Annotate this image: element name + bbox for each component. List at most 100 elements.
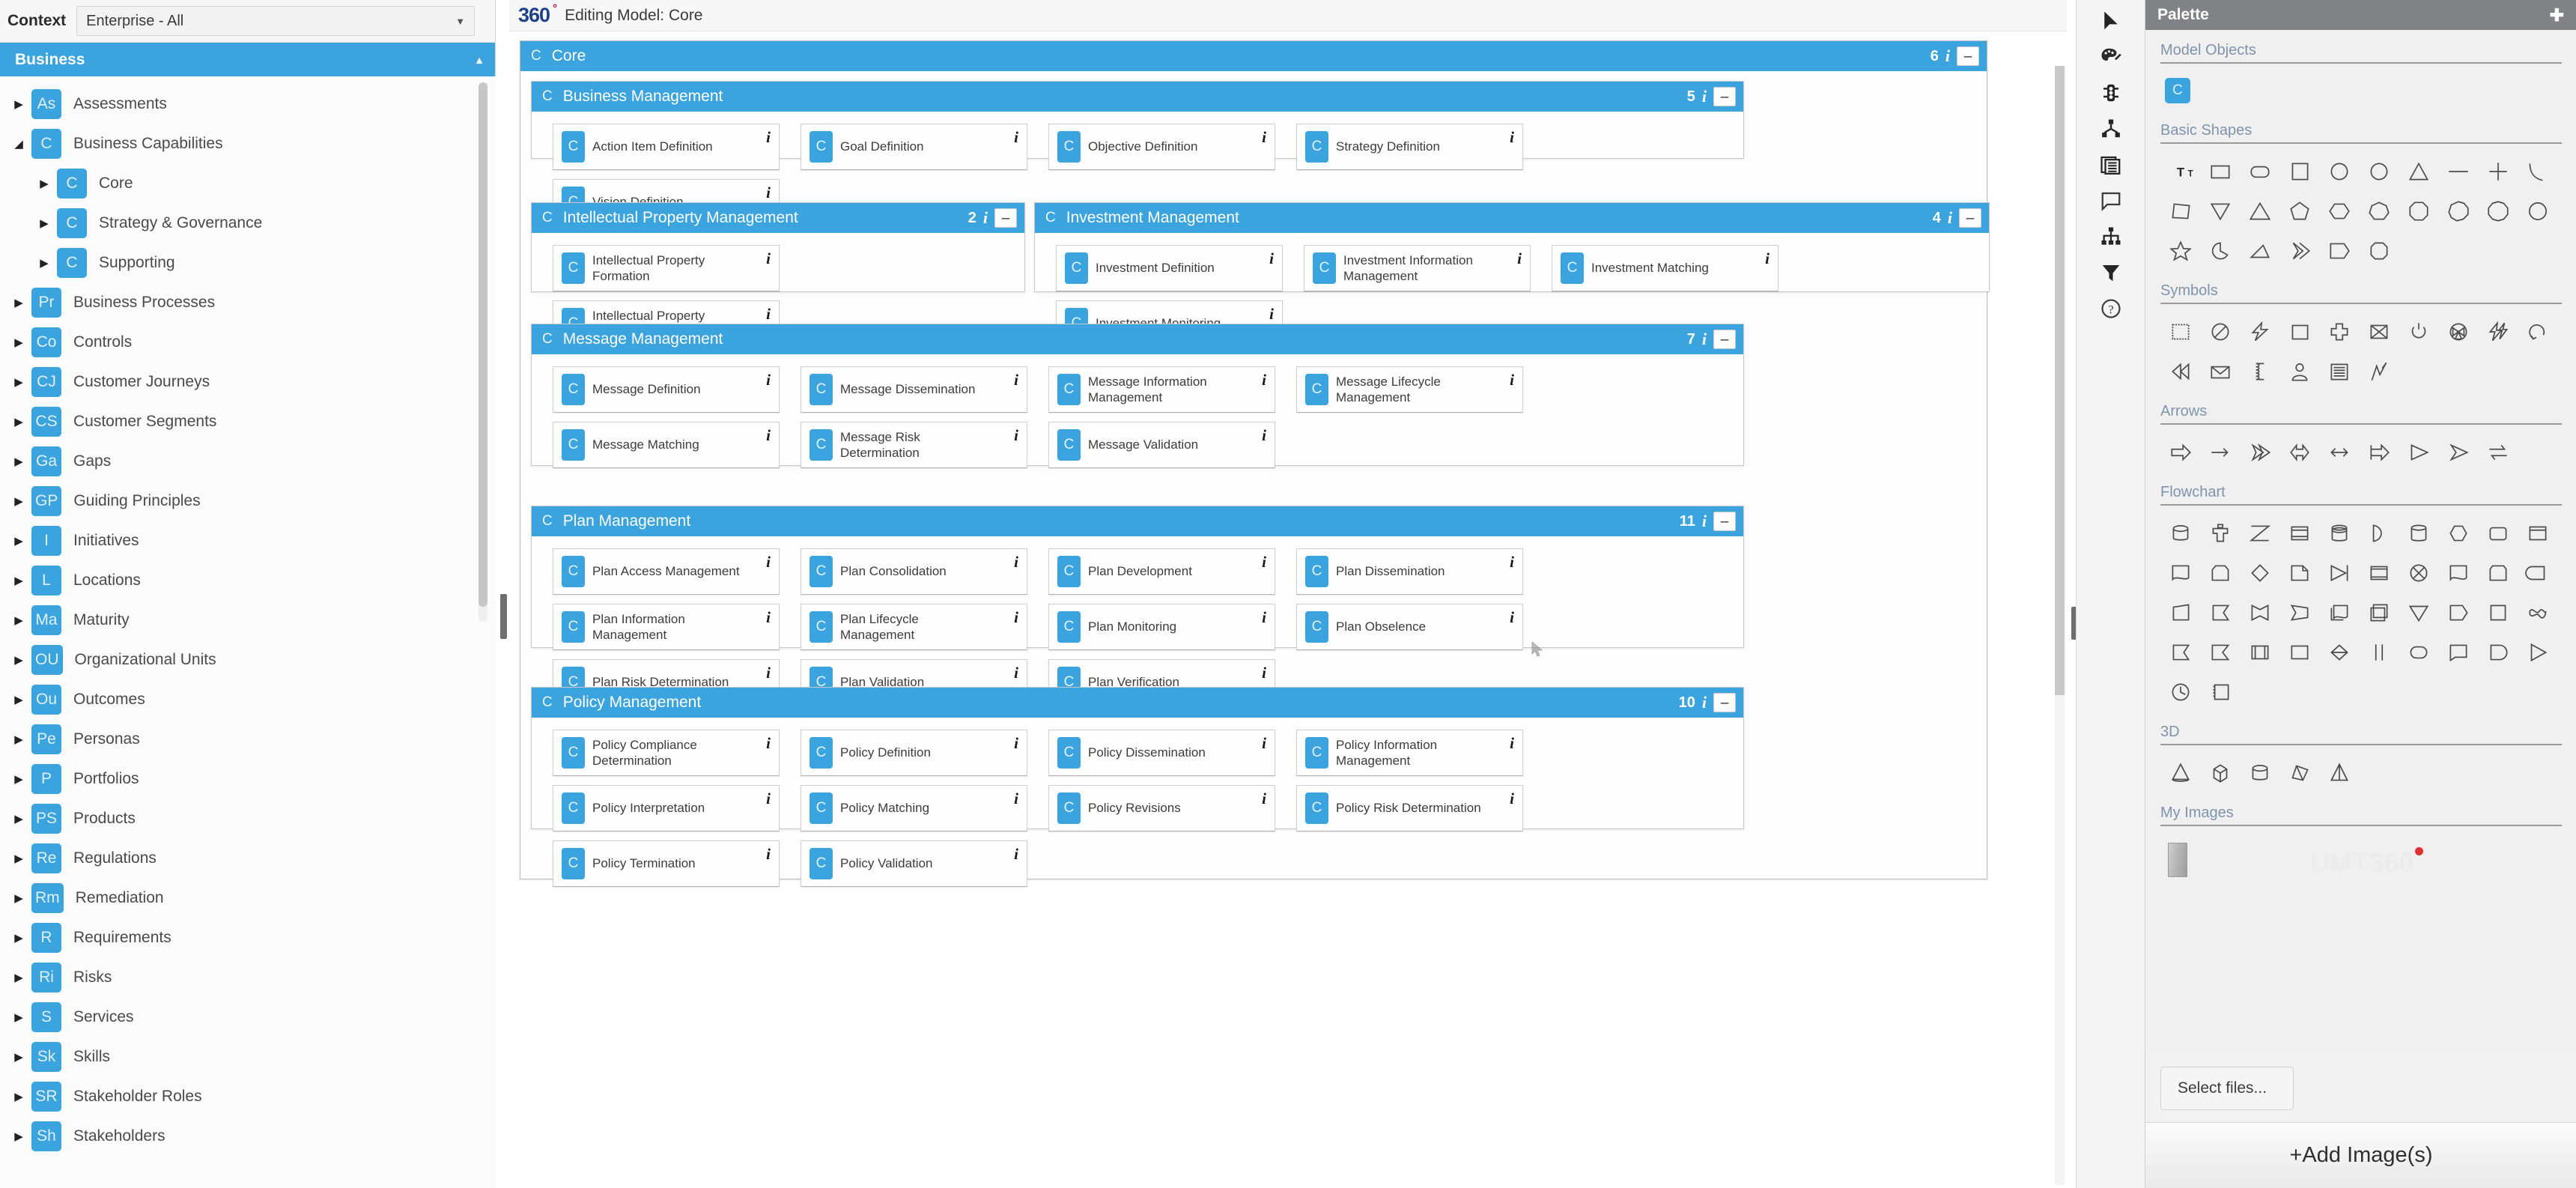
chevron-right-icon[interactable]: ▶ xyxy=(6,693,31,706)
info-icon[interactable]: i xyxy=(1269,249,1274,268)
sidebar-section-header-business[interactable]: Business ▲ xyxy=(0,42,495,76)
document-corner-icon[interactable] xyxy=(2279,553,2319,593)
text-tool-icon[interactable]: TT xyxy=(2160,151,2200,191)
chevron-right-icon[interactable]: ▶ xyxy=(6,375,31,389)
node-card[interactable]: C Message Risk Determination i xyxy=(801,422,1027,468)
document-wave-icon[interactable] xyxy=(2160,553,2200,593)
rounded-rect-icon[interactable] xyxy=(2240,151,2279,191)
multi-process-icon[interactable] xyxy=(2359,593,2399,632)
crossed-box-icon[interactable] xyxy=(2359,312,2399,351)
sidebar-item-skills[interactable]: ▶ Sk Skills xyxy=(0,1037,496,1076)
cross-icon[interactable] xyxy=(2478,151,2518,191)
help-circle-icon[interactable]: ? xyxy=(2077,291,2145,327)
blank-icon[interactable] xyxy=(2399,231,2438,270)
group-plan-management[interactable]: C Plan Management 11 i – C Plan Access Managem… xyxy=(531,506,1744,706)
info-icon[interactable]: i xyxy=(766,553,771,572)
chevron-right-icon[interactable]: ▶ xyxy=(6,574,31,587)
octagon2-icon[interactable] xyxy=(2359,231,2399,270)
terminator-icon[interactable] xyxy=(2399,632,2438,672)
filled-square-icon[interactable] xyxy=(2279,312,2319,351)
line-icon[interactable] xyxy=(2438,151,2478,191)
traffic-light-icon[interactable] xyxy=(2077,75,2145,111)
decagon-icon[interactable] xyxy=(2478,191,2518,231)
info-icon[interactable]: i xyxy=(1014,553,1018,572)
root-group-core[interactable]: C Core 6 i – C Business Management 5 i – C Act… xyxy=(520,40,1990,887)
chevron-right-icon[interactable]: ▶ xyxy=(6,772,31,786)
chevron-right-icon[interactable]: ▶ xyxy=(6,891,31,905)
skew-quad-icon[interactable] xyxy=(2279,753,2319,792)
node-card[interactable]: C Policy Validation i xyxy=(801,840,1027,887)
arrow-concave-right-icon[interactable] xyxy=(2438,432,2478,472)
info-icon[interactable]: i xyxy=(1510,553,1514,572)
info-icon[interactable]: i xyxy=(1510,734,1514,753)
extract-triangle-icon[interactable] xyxy=(2399,593,2438,632)
info-icon[interactable]: i xyxy=(1014,845,1018,864)
triangle-icon[interactable] xyxy=(2399,151,2438,191)
circle-icon[interactable] xyxy=(2319,151,2359,191)
node-card[interactable]: C Message Dissemination i xyxy=(801,366,1027,413)
clock-icon[interactable] xyxy=(2160,672,2200,712)
sidebar-item-business-capabilities[interactable]: ◢ C Business Capabilities xyxy=(0,124,496,163)
scroll-icon[interactable] xyxy=(2240,351,2279,391)
canvas-scrollbar[interactable] xyxy=(2055,66,2065,1185)
triangle-up-icon[interactable]: ▲ xyxy=(474,54,484,66)
sidebar-item-gaps[interactable]: ▶ Ga Gaps xyxy=(0,441,496,481)
info-icon[interactable]: i xyxy=(1517,249,1522,268)
flag-notch2-icon[interactable] xyxy=(2160,632,2200,672)
hierarchy-icon[interactable] xyxy=(2077,219,2145,255)
sidebar-item-supporting[interactable]: ▶ C Supporting xyxy=(0,243,496,282)
punched-tape-icon[interactable] xyxy=(2200,672,2240,712)
info-icon[interactable]: i xyxy=(1014,664,1018,682)
comment-icon[interactable] xyxy=(2077,183,2145,219)
pie-icon[interactable] xyxy=(2200,231,2240,270)
node-card[interactable]: C Investment Definition i xyxy=(1056,245,1283,291)
sidebar-item-customer-journeys[interactable]: ▶ CJ Customer Journeys xyxy=(0,362,496,401)
magnetic-disk-icon[interactable] xyxy=(2319,513,2359,553)
process-plain-icon[interactable] xyxy=(2279,632,2319,672)
sidebar-item-requirements[interactable]: ▶ R Requirements xyxy=(0,918,496,957)
sidebar-item-customer-segments[interactable]: ▶ CS Customer Segments xyxy=(0,401,496,441)
info-icon[interactable]: i xyxy=(1269,305,1274,324)
sidebar-item-guiding-principles[interactable]: ▶ GP Guiding Principles xyxy=(0,481,496,521)
group-message-management[interactable]: C Message Management 7 i – C Message Definitio… xyxy=(531,324,1744,468)
node-card[interactable]: C Policy Matching i xyxy=(801,785,1027,831)
info-icon[interactable]: i xyxy=(766,664,771,682)
arrow-triangle-right-icon[interactable] xyxy=(2399,432,2438,472)
collapse-button[interactable]: – xyxy=(1713,330,1736,349)
info-icon[interactable]: i xyxy=(1262,426,1266,445)
nonagon-icon[interactable] xyxy=(2438,191,2478,231)
sidebar-item-outcomes[interactable]: ▶ Ou Outcomes xyxy=(0,679,496,719)
info-icon[interactable]: i xyxy=(766,305,771,324)
diamond-split-icon[interactable] xyxy=(2319,632,2359,672)
chevron-right-icon[interactable]: ▶ xyxy=(6,971,31,984)
arc-icon[interactable] xyxy=(2518,151,2557,191)
cylinder3d-icon[interactable] xyxy=(2240,753,2279,792)
circle-outline-icon[interactable] xyxy=(2518,191,2557,231)
node-card[interactable]: C Plan Information Management i xyxy=(553,604,780,650)
chevron-expanded-icon[interactable]: ◢ xyxy=(6,137,31,151)
chevron-right-icon[interactable]: ▶ xyxy=(6,97,31,111)
double-lightning-icon[interactable] xyxy=(2478,312,2518,351)
info-icon[interactable]: i xyxy=(1262,734,1266,753)
delay-icon[interactable] xyxy=(2359,513,2399,553)
info-icon[interactable]: i xyxy=(766,128,771,147)
sidebar-item-assessments[interactable]: ▶ As Assessments xyxy=(0,84,496,124)
palette-body[interactable]: Model Objects C Basic Shapes T T Symbols Arrow… xyxy=(2145,30,2576,1053)
collapse-button[interactable]: – xyxy=(1713,693,1736,712)
info-icon[interactable]: i xyxy=(1014,608,1018,627)
add-images-button[interactable]: +Add Image(s) xyxy=(2145,1122,2576,1188)
preparation-hex-icon[interactable] xyxy=(2438,513,2478,553)
chevron-right-icon[interactable]: ▶ xyxy=(6,1130,31,1143)
info-icon[interactable]: i xyxy=(1702,512,1707,531)
cylinder-icon[interactable] xyxy=(2160,513,2200,553)
collapse-button[interactable]: – xyxy=(994,208,1017,228)
square-icon[interactable] xyxy=(2279,151,2319,191)
node-card[interactable]: C Policy Dissemination i xyxy=(1048,730,1275,776)
refresh-loop-icon[interactable] xyxy=(2518,312,2557,351)
offpage-pentagon-icon[interactable] xyxy=(2478,553,2518,593)
group-header[interactable]: C Intellectual Property Management 2 i – xyxy=(532,203,1024,233)
sidebar-item-stakeholder-roles[interactable]: ▶ SR Stakeholder Roles xyxy=(0,1076,496,1116)
info-icon[interactable]: i xyxy=(1702,330,1707,349)
group-business-management[interactable]: C Business Management 5 i – C Action Item Defi… xyxy=(531,81,1744,225)
node-card[interactable]: C Plan Consolidation i xyxy=(801,548,1027,595)
